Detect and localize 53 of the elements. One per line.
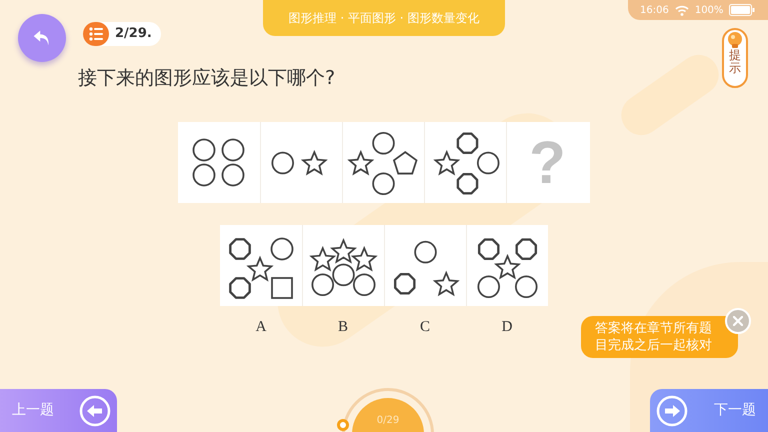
circle-figure bbox=[372, 172, 395, 195]
battery-percent: 100% bbox=[694, 4, 724, 18]
circle-figure bbox=[372, 132, 395, 154]
star-figure bbox=[432, 270, 460, 296]
star-figure bbox=[309, 246, 336, 272]
circle-figure bbox=[312, 274, 334, 296]
star-figure bbox=[433, 150, 460, 176]
option-label: C bbox=[420, 318, 430, 337]
octagon-figure bbox=[478, 238, 500, 260]
back-button[interactable] bbox=[18, 14, 66, 62]
pentagon-figure bbox=[392, 151, 418, 174]
circle-figure bbox=[192, 164, 216, 186]
circle-figure bbox=[476, 152, 500, 174]
star-figure bbox=[246, 256, 274, 282]
notice-text: 答案将在章节所有题目完成之后一起核对 bbox=[595, 320, 713, 354]
star-figure bbox=[350, 246, 378, 272]
question-mark: ? bbox=[529, 132, 566, 192]
circle-figure bbox=[192, 138, 216, 162]
octagon-figure bbox=[394, 273, 416, 295]
battery-icon bbox=[729, 4, 756, 16]
star-figure bbox=[494, 254, 521, 280]
question-counter: 2/29. bbox=[115, 25, 152, 44]
octagon-figure bbox=[456, 172, 478, 194]
option-label: D bbox=[502, 318, 512, 337]
wifi-icon bbox=[674, 4, 689, 16]
star-figure bbox=[347, 150, 374, 176]
square-figure bbox=[271, 277, 293, 299]
clock-time: 16:06 bbox=[640, 4, 669, 18]
star-figure bbox=[330, 238, 357, 264]
circle-figure bbox=[270, 238, 294, 260]
circle-figure bbox=[332, 264, 355, 286]
octagon-figure bbox=[516, 238, 538, 260]
circle-figure bbox=[222, 138, 244, 162]
circle-figure bbox=[271, 152, 294, 174]
circle-figure bbox=[352, 274, 376, 296]
circle-figure bbox=[477, 275, 500, 298]
previous-question-button[interactable]: 上一题 bbox=[0, 389, 117, 432]
octagon-figure bbox=[229, 238, 251, 260]
option-label: B bbox=[338, 318, 348, 337]
circle-figure bbox=[414, 240, 437, 264]
option-label: A bbox=[256, 318, 266, 337]
circle-figure bbox=[222, 164, 244, 186]
close-icon bbox=[733, 316, 743, 326]
lightbulb-icon bbox=[725, 31, 745, 49]
answered-count: 0/29 bbox=[376, 416, 400, 428]
next-question-button[interactable]: 下一题 bbox=[650, 389, 768, 432]
octagon-figure bbox=[456, 132, 478, 154]
topic-path: 图形推理 · 平面图形 · 图形数量变化 bbox=[288, 10, 480, 27]
hint-button[interactable]: 提示 bbox=[722, 28, 748, 88]
octagon-figure bbox=[229, 277, 251, 299]
circle-figure bbox=[515, 275, 538, 298]
question-text: 接下来的图形应该是以下哪个? bbox=[78, 66, 336, 91]
star-figure bbox=[300, 150, 328, 176]
